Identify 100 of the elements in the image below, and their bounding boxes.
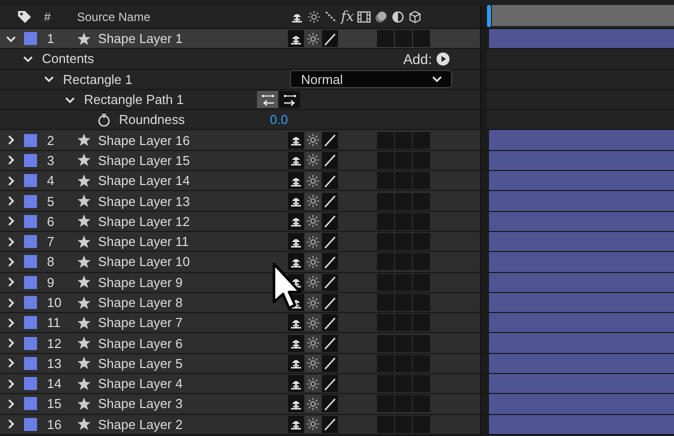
switch-box[interactable] (377, 274, 394, 291)
playhead-marker[interactable] (487, 5, 491, 27)
quality-switch[interactable] (322, 294, 338, 311)
label-color-swatch[interactable] (24, 336, 37, 350)
switch-box[interactable] (377, 314, 394, 332)
collapse-switch[interactable] (305, 395, 321, 412)
stopwatch-icon[interactable] (97, 112, 111, 127)
shy-switch[interactable] (288, 253, 304, 270)
switch-box[interactable] (413, 314, 430, 332)
label-color-swatch[interactable] (24, 194, 37, 208)
layer-name[interactable]: Shape Layer 7 (98, 315, 288, 330)
switch-box[interactable] (413, 152, 430, 169)
label-color-swatch[interactable] (24, 377, 37, 390)
switch-box[interactable] (413, 30, 430, 48)
switch-box[interactable] (395, 253, 412, 270)
column-header[interactable]: # (44, 10, 77, 24)
quality-switch[interactable] (322, 416, 338, 433)
collapse-switch[interactable] (305, 132, 321, 149)
layer-name[interactable]: Shape Layer 12 (98, 214, 288, 229)
label-color-swatch[interactable] (24, 316, 37, 330)
switch-box[interactable] (413, 274, 430, 291)
switch-box[interactable] (377, 233, 394, 250)
layer-duration-bar[interactable] (489, 150, 674, 170)
collapse-switch[interactable] (305, 354, 321, 372)
label-color-swatch[interactable] (24, 154, 37, 167)
label-tag-icon[interactable] (17, 8, 32, 24)
switch-box[interactable] (395, 274, 412, 291)
film-icon[interactable] (357, 10, 372, 24)
layer-duration-bar[interactable] (489, 354, 674, 374)
half-circle-icon[interactable] (391, 10, 406, 24)
layer-duration-bar[interactable] (489, 313, 674, 332)
switch-box[interactable] (413, 192, 430, 210)
switch-box[interactable] (395, 354, 412, 372)
switch-box[interactable] (395, 152, 412, 169)
shy-switch[interactable] (288, 395, 304, 412)
switch-box[interactable] (377, 192, 394, 210)
label-color-swatch[interactable] (24, 255, 37, 268)
layer-duration-bar[interactable] (489, 374, 674, 394)
effects-column-header[interactable]: fx (341, 8, 354, 24)
quality-switch[interactable] (322, 354, 338, 372)
shy-switch[interactable] (288, 30, 304, 48)
layer-duration-bar[interactable] (489, 232, 674, 252)
shy-switch[interactable] (288, 212, 304, 230)
quality-switch[interactable] (322, 192, 338, 210)
layer-name[interactable]: Shape Layer 3 (98, 396, 288, 412)
switch-box[interactable] (377, 132, 394, 149)
switch-box[interactable] (413, 354, 430, 372)
switch-box[interactable] (395, 334, 412, 352)
property-group-label[interactable]: Rectangle Path 1 (84, 92, 184, 108)
switch-box[interactable] (377, 334, 394, 352)
quality-switch[interactable] (322, 132, 338, 149)
layer-name[interactable]: Shape Layer 2 (98, 416, 288, 432)
label-color-swatch[interactable] (24, 418, 37, 431)
switch-box[interactable] (395, 30, 412, 48)
label-color-swatch[interactable] (24, 397, 37, 410)
collapse-switch[interactable] (305, 152, 321, 169)
switch-box[interactable] (395, 172, 412, 190)
collapse-switch[interactable] (305, 233, 321, 250)
layer-name[interactable]: Shape Layer 16 (98, 132, 288, 148)
path-direction-button[interactable] (257, 91, 278, 108)
quality-switch[interactable] (322, 395, 338, 412)
shy-switch[interactable] (288, 314, 304, 332)
quality-switch[interactable] (322, 233, 338, 250)
switch-box[interactable] (413, 233, 430, 250)
label-color-swatch[interactable] (24, 276, 37, 289)
switch-box[interactable] (413, 294, 430, 311)
switch-box[interactable] (377, 30, 394, 48)
switch-box[interactable] (413, 132, 430, 149)
collapse-switch[interactable] (305, 172, 321, 190)
shy-switch[interactable] (288, 233, 304, 250)
switch-box[interactable] (395, 416, 412, 433)
blend-mode-dropdown[interactable]: Normal (290, 70, 452, 88)
switch-box[interactable] (395, 294, 412, 311)
switch-box[interactable] (413, 375, 430, 392)
switch-box[interactable] (395, 314, 412, 332)
switch-box[interactable] (413, 416, 430, 433)
switch-box[interactable] (413, 395, 430, 412)
switch-box[interactable] (377, 416, 394, 433)
switch-box[interactable] (413, 172, 430, 190)
layer-duration-bar[interactable] (489, 212, 674, 231)
switch-box[interactable] (377, 152, 394, 169)
switch-box[interactable] (413, 253, 430, 270)
label-color-swatch[interactable] (24, 134, 37, 147)
shy-switch[interactable] (288, 416, 304, 433)
switch-box[interactable] (413, 334, 430, 352)
collapse-switch[interactable] (305, 375, 321, 392)
switch-box[interactable] (395, 233, 412, 250)
shy-switch[interactable] (288, 132, 304, 149)
layer-duration-bar[interactable] (489, 292, 674, 312)
property-group-label[interactable]: Rectangle 1 (63, 72, 132, 87)
quality-switch[interactable] (322, 30, 338, 48)
quality-switch[interactable] (322, 314, 338, 332)
motion-blur-icon[interactable] (374, 10, 388, 24)
play-icon[interactable] (436, 52, 450, 66)
label-color-swatch[interactable] (24, 296, 37, 309)
collapse-switch[interactable] (305, 253, 321, 270)
shy-switch[interactable] (288, 334, 304, 352)
label-color-swatch[interactable] (24, 174, 37, 188)
quality-switch[interactable] (322, 152, 338, 169)
label-color-swatch[interactable] (24, 214, 37, 228)
